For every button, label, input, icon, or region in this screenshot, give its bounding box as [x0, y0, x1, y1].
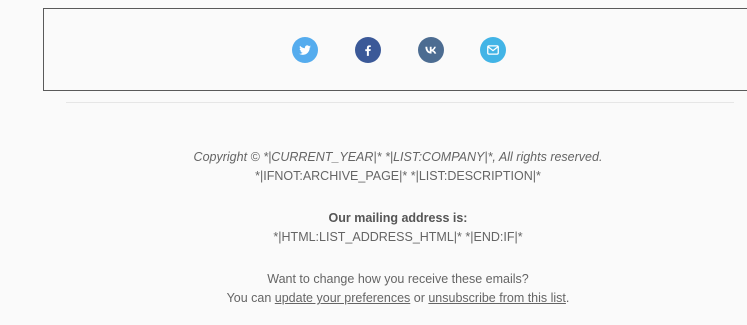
- you-can-text: You can: [226, 291, 275, 305]
- update-preferences-link[interactable]: update your preferences: [275, 291, 411, 305]
- mailing-address-heading: Our mailing address is:: [328, 211, 468, 225]
- unsubscribe-link[interactable]: unsubscribe from this list: [428, 291, 566, 305]
- vk-icon[interactable]: [418, 37, 444, 63]
- change-preferences-question: Want to change how you receive these ema…: [267, 272, 529, 286]
- preferences-line: You can update your preferences or unsub…: [0, 290, 747, 306]
- list-description-text: *|IFNOT:ARCHIVE_PAGE|* *|LIST:DESCRIPTIO…: [255, 169, 541, 183]
- or-text: or: [410, 291, 429, 305]
- mailing-address-text: *|HTML:LIST_ADDRESS_HTML|* *|END:IF|*: [273, 230, 523, 244]
- email-footer-canvas: Copyright © *|CURRENT_YEAR|* *|LIST:COMP…: [0, 0, 747, 325]
- period-text: .: [565, 291, 570, 305]
- email-icon[interactable]: [480, 37, 506, 63]
- social-follow-box: [43, 8, 747, 91]
- twitter-icon[interactable]: [292, 37, 318, 63]
- copyright-text: Copyright © *|CURRENT_YEAR|* *|LIST:COMP…: [193, 150, 603, 164]
- facebook-icon[interactable]: [355, 37, 381, 63]
- footer-divider: [66, 102, 734, 103]
